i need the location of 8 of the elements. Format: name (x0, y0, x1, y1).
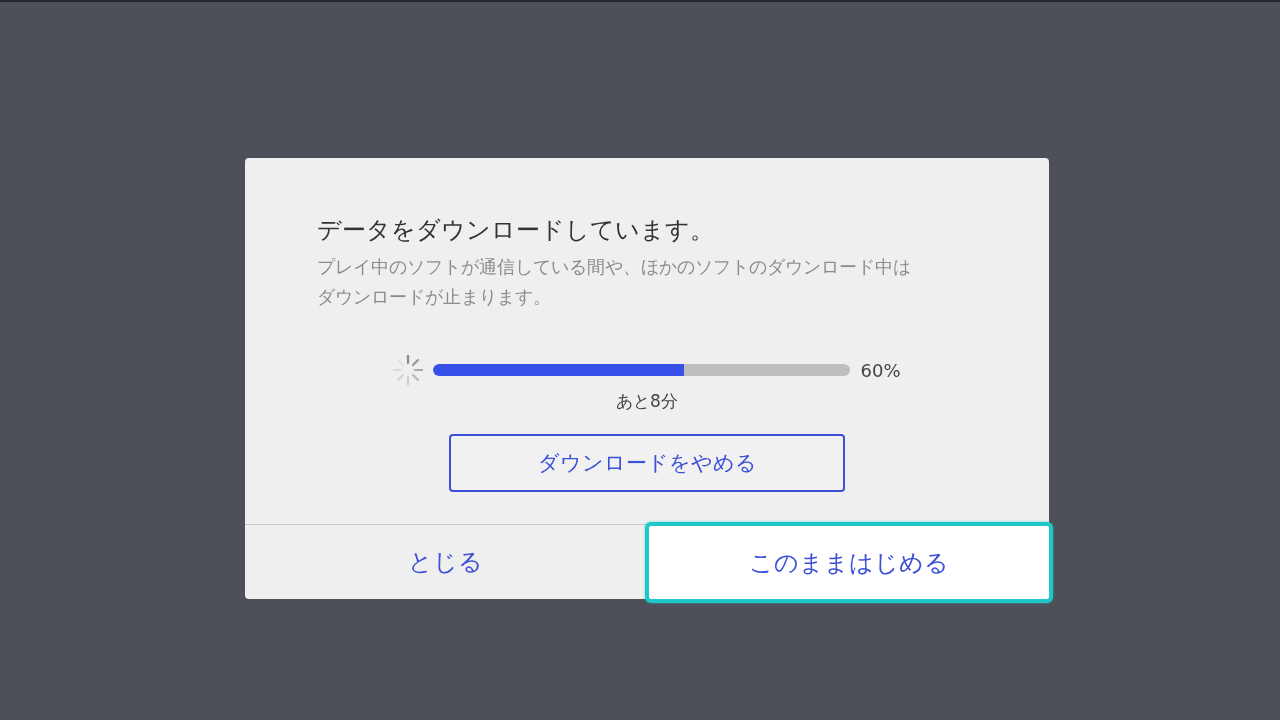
loading-spinner-icon (393, 355, 424, 385)
dialog-title: データをダウンロードしています。 (317, 215, 714, 246)
cancel-download-button[interactable]: ダウンロードをやめる (449, 434, 845, 492)
dialog-action-button[interactable]: とじる (245, 525, 645, 599)
dialog-action-button[interactable]: このままはじめる (645, 522, 1053, 603)
progress-percent: 60% (860, 359, 901, 381)
dialog-message: プレイ中のソフトが通信している間や、ほかのソフトのダウンロード中はダウンロードが止まります。 (317, 255, 912, 309)
time-remaining: あと8分 (616, 390, 678, 413)
